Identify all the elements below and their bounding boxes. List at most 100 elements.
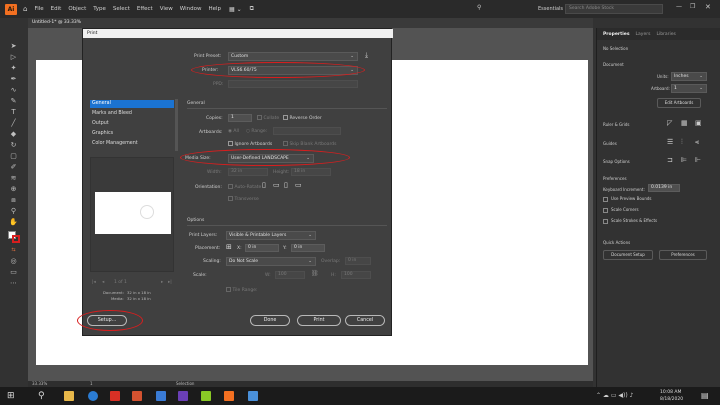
reverse-order-checkbox[interactable]: Reverse Order <box>283 115 322 121</box>
file-explorer-icon[interactable] <box>64 391 74 401</box>
artboards-range-radio[interactable]: ○ Range: <box>246 129 267 134</box>
restore-icon[interactable]: ❐ <box>690 3 695 10</box>
menu-edit[interactable]: Edit <box>51 6 62 12</box>
category-graphics[interactable]: Graphics <box>90 130 174 138</box>
curvature-tool-icon[interactable]: ∿ <box>9 86 18 94</box>
paintbrush-tool-icon[interactable]: ✐ <box>9 163 18 171</box>
category-output[interactable]: Output <box>90 120 174 128</box>
portrait-flipped-icon[interactable]: ▯ <box>284 181 288 189</box>
menu-window[interactable]: Window <box>180 6 202 12</box>
portrait-icon[interactable]: ▯ <box>262 181 266 189</box>
more-tools-icon[interactable]: ⋯ <box>9 279 18 287</box>
artboard-tool-icon[interactable]: ⧈ <box>9 196 18 204</box>
zoom-level[interactable]: 33.33% <box>32 381 47 386</box>
shape-builder-icon[interactable]: ⊕ <box>9 185 18 193</box>
snap-to-point-icon[interactable]: ⊐ <box>667 156 673 164</box>
document-tab[interactable]: Untitled-1* @ 33.33% <box>32 20 81 25</box>
print-preview[interactable] <box>90 157 174 272</box>
clock-date[interactable]: 8/18/2020 <box>660 397 683 402</box>
menu-effect[interactable]: Effect <box>137 6 153 12</box>
category-color-management[interactable]: Color Management <box>90 140 174 148</box>
radio-icon[interactable]: ◉ <box>228 129 232 134</box>
tab-layers[interactable]: Layers <box>636 32 651 37</box>
checkbox-box[interactable] <box>226 287 231 292</box>
copies-input[interactable]: 1 <box>228 114 252 122</box>
smart-guides-icon[interactable]: ⫷ <box>695 138 699 147</box>
grid-icon[interactable]: ▦ <box>681 119 688 127</box>
illustrator-taskbar-icon[interactable] <box>224 391 234 401</box>
checkbox-box[interactable] <box>283 115 288 120</box>
tab-libraries[interactable]: Libraries <box>656 32 675 37</box>
menu-view[interactable]: View <box>160 6 173 12</box>
app-taskbar-icon[interactable] <box>248 391 258 401</box>
document-setup-button[interactable]: Document Setup <box>603 250 653 260</box>
close-icon[interactable]: ✕ <box>705 3 711 11</box>
edge-browser-icon[interactable] <box>88 391 98 401</box>
checkbox-box[interactable] <box>603 207 608 213</box>
checkbox-box[interactable] <box>228 184 233 189</box>
fill-stroke-swatch[interactable] <box>8 231 20 243</box>
first-page-icon[interactable]: |◂ <box>92 280 96 285</box>
notifications-icon[interactable]: ▤ <box>701 391 709 400</box>
minimize-icon[interactable]: — <box>676 3 682 10</box>
tab-properties[interactable]: Properties <box>603 32 630 37</box>
keyboard-increment-input[interactable]: 0.0139 in <box>648 184 680 192</box>
show-guides-icon[interactable]: ☰ <box>667 138 673 146</box>
ruler-icon[interactable]: ◸ <box>667 119 672 127</box>
checkbox-box[interactable] <box>228 196 233 201</box>
placement-grid-icon[interactable]: ⊞ <box>226 243 232 251</box>
scale-corners-checkbox[interactable]: Scale Corners <box>603 207 639 213</box>
stroke-swatch[interactable] <box>12 235 20 243</box>
checkbox-box[interactable] <box>257 115 262 120</box>
constrain-link-icon[interactable]: ⛓ <box>311 270 319 277</box>
scale-strokes-checkbox[interactable]: Scale Strokes & Effects <box>603 218 657 224</box>
next-page-icon[interactable]: ▸ <box>161 280 163 285</box>
scaling-select[interactable]: Do Not Scale ⌄ <box>226 257 316 266</box>
workspace-label[interactable]: Essentials <box>538 6 563 12</box>
rotate-tool-icon[interactable]: ↻ <box>9 141 18 149</box>
menu-object[interactable]: Object <box>68 6 86 12</box>
menu-file[interactable]: File <box>34 6 43 12</box>
menu-help[interactable]: Help <box>208 6 221 12</box>
system-tray-icons[interactable]: ⌃ ☁ ▭ ◀)) ♪ <box>596 392 633 399</box>
category-marks-bleed[interactable]: Marks and Bleed <box>90 110 174 118</box>
cancel-button[interactable]: Cancel <box>345 315 385 326</box>
zoom-tool-icon[interactable]: ⚲ <box>9 207 18 215</box>
adobe-stock-search-input[interactable]: Search Adobe Stock <box>565 4 663 14</box>
rectangle-tool-icon[interactable]: ▢ <box>9 152 18 160</box>
prev-page-icon[interactable]: ◂ <box>102 280 104 285</box>
drawing-mode-icon[interactable]: ◎ <box>9 257 18 265</box>
selection-tool-icon[interactable]: ➤ <box>9 42 18 50</box>
snap-to-pixel-icon[interactable]: ⊩ <box>695 156 701 164</box>
clock-time[interactable]: 10:08 AM <box>660 390 681 395</box>
auto-rotate-checkbox[interactable]: Auto-Rotate <box>228 184 261 190</box>
windows-start-icon[interactable]: ⊞ <box>7 391 15 401</box>
done-button[interactable]: Done <box>250 315 290 326</box>
pencil-tool-icon[interactable]: ✎ <box>9 97 18 105</box>
save-preset-icon[interactable]: ⤓ <box>365 51 368 60</box>
menu-select[interactable]: Select <box>113 6 130 12</box>
transverse-checkbox[interactable]: Transverse <box>228 196 259 202</box>
checkbox-box[interactable] <box>283 141 288 146</box>
x-input[interactable]: 0 in <box>245 244 279 252</box>
preferences-button[interactable]: Preferences <box>659 250 707 260</box>
category-scrollbar[interactable] <box>175 99 178 151</box>
pen-tool-icon[interactable]: ✒ <box>9 75 18 83</box>
landscape-icon[interactable]: ▭ <box>273 181 280 189</box>
type-tool-icon[interactable]: T <box>9 108 18 116</box>
screen-tool-icon[interactable] <box>156 391 166 401</box>
collate-checkbox[interactable]: Collate <box>257 115 279 121</box>
skip-blank-checkbox[interactable]: Skip Blank Artboards <box>283 141 336 147</box>
width-tool-icon[interactable]: ≋ <box>9 174 18 182</box>
landscape-flipped-icon[interactable]: ▭ <box>295 181 302 189</box>
workspace-switcher-icon[interactable]: ▦ ⌄ <box>229 6 242 13</box>
eraser-tool-icon[interactable]: ◆ <box>9 130 18 138</box>
checkbox-box[interactable] <box>228 141 233 146</box>
direct-selection-tool-icon[interactable]: ▷ <box>9 53 18 61</box>
print-layers-select[interactable]: Visible & Printable Layers ⌄ <box>226 231 316 240</box>
lock-guides-icon[interactable]: ⫶ <box>681 138 683 147</box>
checkbox-box[interactable] <box>603 196 608 202</box>
home-icon[interactable]: ⌂ <box>23 5 27 13</box>
snap-to-grid-icon[interactable]: ⊫ <box>681 156 687 164</box>
print-preset-select[interactable]: Custom ⌄ <box>228 52 358 61</box>
